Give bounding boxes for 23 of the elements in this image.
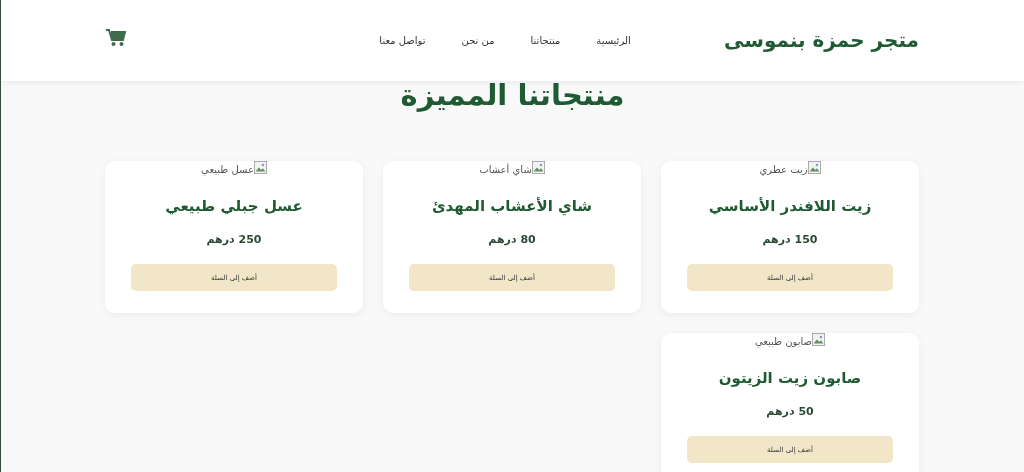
product-name: صابون زيت الزيتون: [718, 369, 862, 387]
product-price: 150 درهم: [762, 233, 818, 246]
broken-image-icon: [531, 161, 545, 174]
product-price: 80 درهم: [488, 233, 536, 246]
product-name: عسل جبلي طبيعي: [165, 197, 303, 215]
broken-image-icon: [807, 161, 821, 174]
nav-link[interactable]: الرئيسية: [596, 35, 631, 46]
section-title: منتجاتنا المميزة: [399, 79, 626, 111]
broken-image-icon: [812, 333, 826, 346]
store-logo[interactable]: متجر حمزة بنموسى: [724, 27, 919, 52]
image-alt-text: صابون طبيعي: [754, 336, 813, 347]
product-price: 50 درهم: [766, 405, 814, 418]
image-alt-text: شاي أعشاب: [479, 164, 532, 175]
nav-link[interactable]: تواصل معنا: [379, 35, 426, 46]
nav-link[interactable]: منتجاتنا: [530, 35, 561, 46]
broken-image-icon: [253, 161, 267, 174]
product-price: 250 درهم: [206, 233, 262, 246]
product-name: شاي الأعشاب المهدئ: [431, 197, 593, 215]
image-alt-text: عسل طبيعي: [201, 164, 254, 175]
cart-icon[interactable]: [106, 28, 126, 47]
product-name: زيت اللافندر الأساسي: [708, 197, 872, 215]
image-alt-text: زيت عطري: [759, 164, 808, 175]
nav-link[interactable]: من نحن: [461, 35, 495, 46]
